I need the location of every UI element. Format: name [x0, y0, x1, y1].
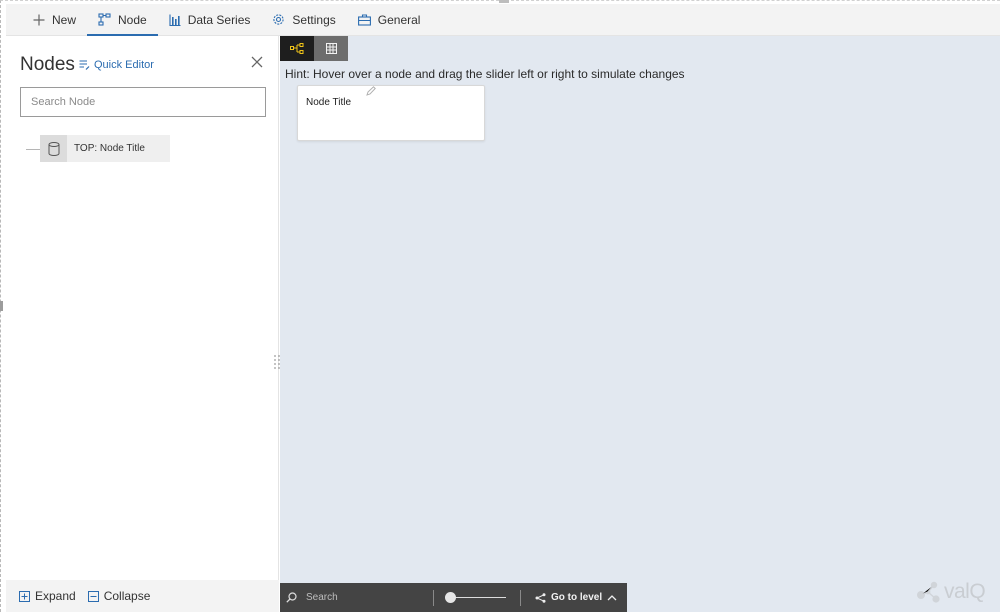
bottom-toolbar: Search Go to level: [280, 583, 627, 612]
canvas-search-placeholder: Search: [306, 592, 338, 603]
table-view-button[interactable]: [314, 36, 348, 61]
logo-text: valQ: [944, 580, 986, 603]
expand-icon: [19, 590, 30, 602]
nodes-panel: Nodes Quick Editor TOP: Node Title Expan…: [6, 36, 280, 612]
table-view-icon: [325, 43, 337, 54]
expand-label: Expand: [35, 589, 76, 603]
tree-node-item[interactable]: TOP: Node Title: [40, 135, 170, 162]
pencil-icon[interactable]: [366, 86, 376, 96]
quick-editor-label: Quick Editor: [94, 59, 154, 71]
top-tab-bar: New Node Data Series Settings General: [6, 4, 1000, 36]
tab-general-label: General: [377, 12, 421, 27]
simulation-slider[interactable]: [434, 583, 520, 612]
node-card-title: Node Title: [306, 97, 352, 108]
tab-general[interactable]: General: [347, 4, 432, 35]
quick-editor-link[interactable]: Quick Editor: [79, 59, 154, 71]
resize-handle-top[interactable]: [499, 0, 509, 3]
valq-logo: valQ: [916, 580, 986, 604]
network-logo-icon: [917, 581, 940, 603]
canvas-search[interactable]: Search: [280, 583, 433, 612]
go-to-level-button[interactable]: Go to level: [521, 592, 617, 603]
expand-button[interactable]: Expand: [19, 589, 76, 603]
collapse-label: Collapse: [103, 589, 151, 603]
view-toggle: [280, 36, 348, 61]
hint-text: Hint: Hover over a node and drag the sli…: [285, 67, 685, 81]
tab-new-label: New: [52, 12, 77, 27]
hierarchy-icon: [535, 592, 546, 603]
tab-data-series[interactable]: Data Series: [158, 4, 262, 35]
tree-connector: [26, 149, 40, 150]
gear-icon: [273, 14, 285, 25]
node-card[interactable]: Node Title: [297, 85, 485, 141]
tab-new[interactable]: New: [22, 4, 87, 35]
tab-data-series-label: Data Series: [187, 12, 251, 27]
tab-settings-label: Settings: [292, 12, 336, 27]
briefcase-icon: [357, 13, 371, 26]
graph-view-icon: [290, 43, 304, 54]
graph-view-button[interactable]: [280, 36, 314, 61]
go-to-level-label: Go to level: [551, 592, 603, 603]
bar-chart-icon: [169, 14, 181, 26]
search-icon: [286, 592, 297, 603]
tree-canvas[interactable]: Hint: Hover over a node and drag the sli…: [280, 36, 1000, 612]
panel-title: Nodes: [20, 54, 75, 75]
tab-settings[interactable]: Settings: [261, 4, 346, 35]
panel-footer: Expand Collapse: [6, 580, 279, 612]
tab-node-label: Node: [118, 12, 147, 27]
collapse-icon: [87, 590, 99, 602]
tree-node-label: TOP: Node Title: [74, 143, 145, 154]
resize-handle-left[interactable]: [0, 301, 3, 311]
collapse-button[interactable]: Collapse: [87, 589, 151, 603]
slider-thumb[interactable]: [445, 592, 456, 603]
list-edit-icon: [79, 60, 90, 70]
tab-node[interactable]: Node: [87, 4, 158, 36]
node-icon: [98, 13, 111, 26]
close-icon[interactable]: [250, 55, 264, 69]
plus-icon: [33, 14, 45, 25]
search-node-input[interactable]: [20, 87, 266, 117]
database-icon: [40, 135, 67, 162]
chevron-up-icon: [607, 595, 617, 601]
